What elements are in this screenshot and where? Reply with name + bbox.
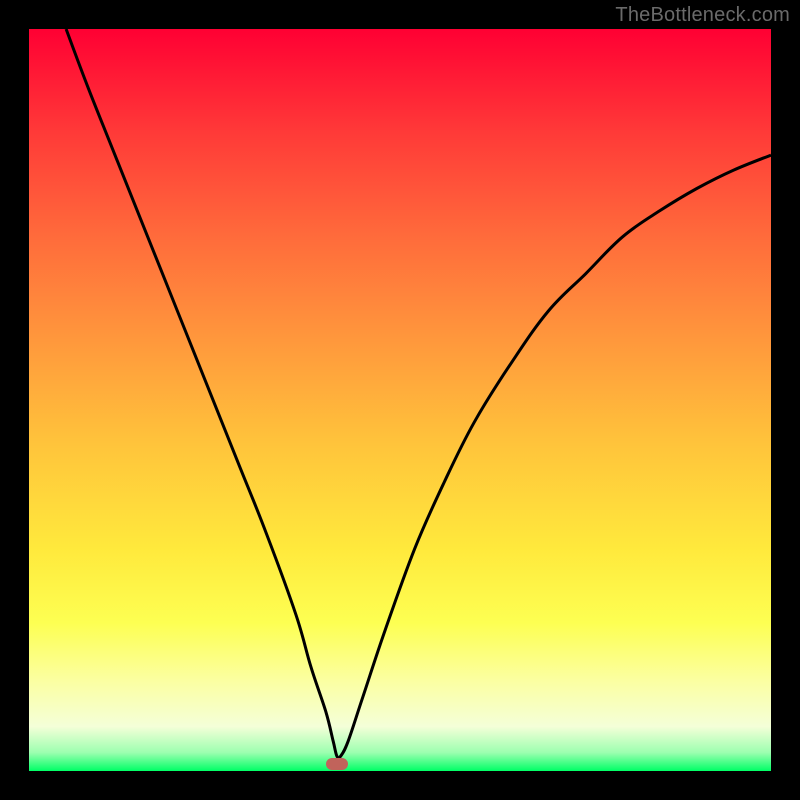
watermark-text: TheBottleneck.com: [615, 4, 790, 27]
plot-area: [29, 29, 771, 771]
bottleneck-curve: [29, 29, 771, 771]
optimal-marker: [326, 758, 348, 770]
chart-frame: TheBottleneck.com: [0, 0, 800, 800]
